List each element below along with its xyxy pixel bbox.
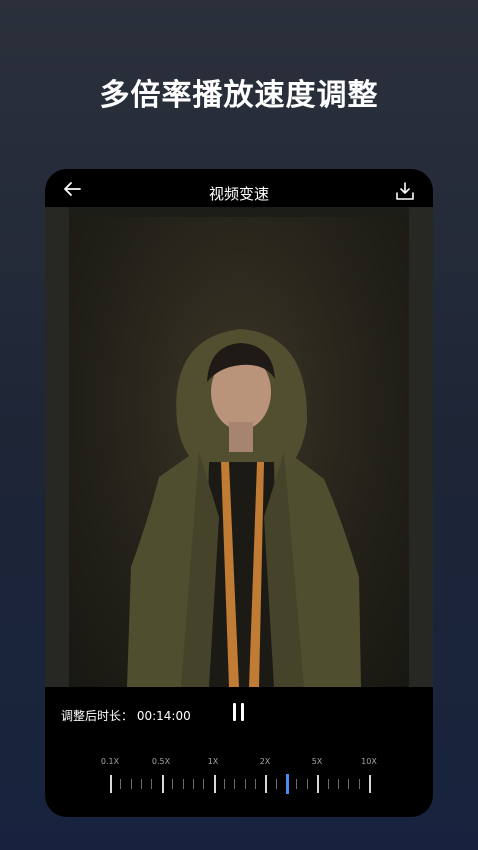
pause-bar-right [241,703,244,721]
slider-tick [337,779,339,789]
slider-tick [327,779,329,789]
slider-tick [358,779,360,789]
slider-tick [151,779,153,789]
duration-readout: 调整后时长： 00:14:00 [61,707,191,724]
slider-major-tick [161,775,164,793]
slider-tick [255,779,257,789]
phone-screen: 视频变速 调整后时长： 00:14:00 0.1X 0.5X 1X 2X 5X … [45,169,433,817]
slider-tick [244,779,246,789]
person-illustration [127,329,361,687]
slider-tick [234,779,236,789]
slider-tick [120,779,122,789]
speed-label[interactable]: 0.5X [152,757,170,766]
speed-label[interactable]: 2X [260,757,271,766]
video-letterbox-right [409,207,433,687]
pause-bar-left [233,703,236,721]
promo-headline: 多倍率播放速度调整 [99,78,379,113]
slider-major-tick [110,775,112,793]
speed-slider[interactable] [45,774,433,794]
slider-tick [192,779,194,789]
slider-tick [141,779,143,789]
speed-scale-labels: 0.1X 0.5X 1X 2X 5X 10X [45,757,433,769]
slider-tick [130,779,132,789]
slider-tick [348,779,350,789]
slider-tick [306,779,308,789]
pause-icon[interactable] [231,703,247,721]
speed-label[interactable]: 1X [208,757,219,766]
page-title: 视频变速 [208,185,269,203]
speed-label[interactable]: 10X [361,757,377,766]
slider-thumb[interactable] [286,774,290,794]
video-letterbox-left [45,207,69,687]
slider-tick [223,779,225,789]
speed-label[interactable]: 5X [312,757,323,766]
duration-value: 00:14:00 [136,709,191,723]
slider-tick [203,779,205,789]
slider-major-tick [369,775,371,793]
slider-tick [172,779,174,789]
slider-major-tick [213,775,216,793]
duration-label: 调整后时长： [61,709,134,723]
top-bar: 视频变速 [45,169,433,207]
video-preview[interactable] [45,207,433,687]
video-frame [69,217,409,687]
slider-major-tick [265,775,268,793]
speed-label[interactable]: 0.1X [101,757,119,766]
slider-tick [296,779,298,789]
slider-major-tick [317,775,320,793]
download-icon[interactable] [395,181,415,201]
slider-tick [275,779,277,789]
slider-tick [182,779,184,789]
